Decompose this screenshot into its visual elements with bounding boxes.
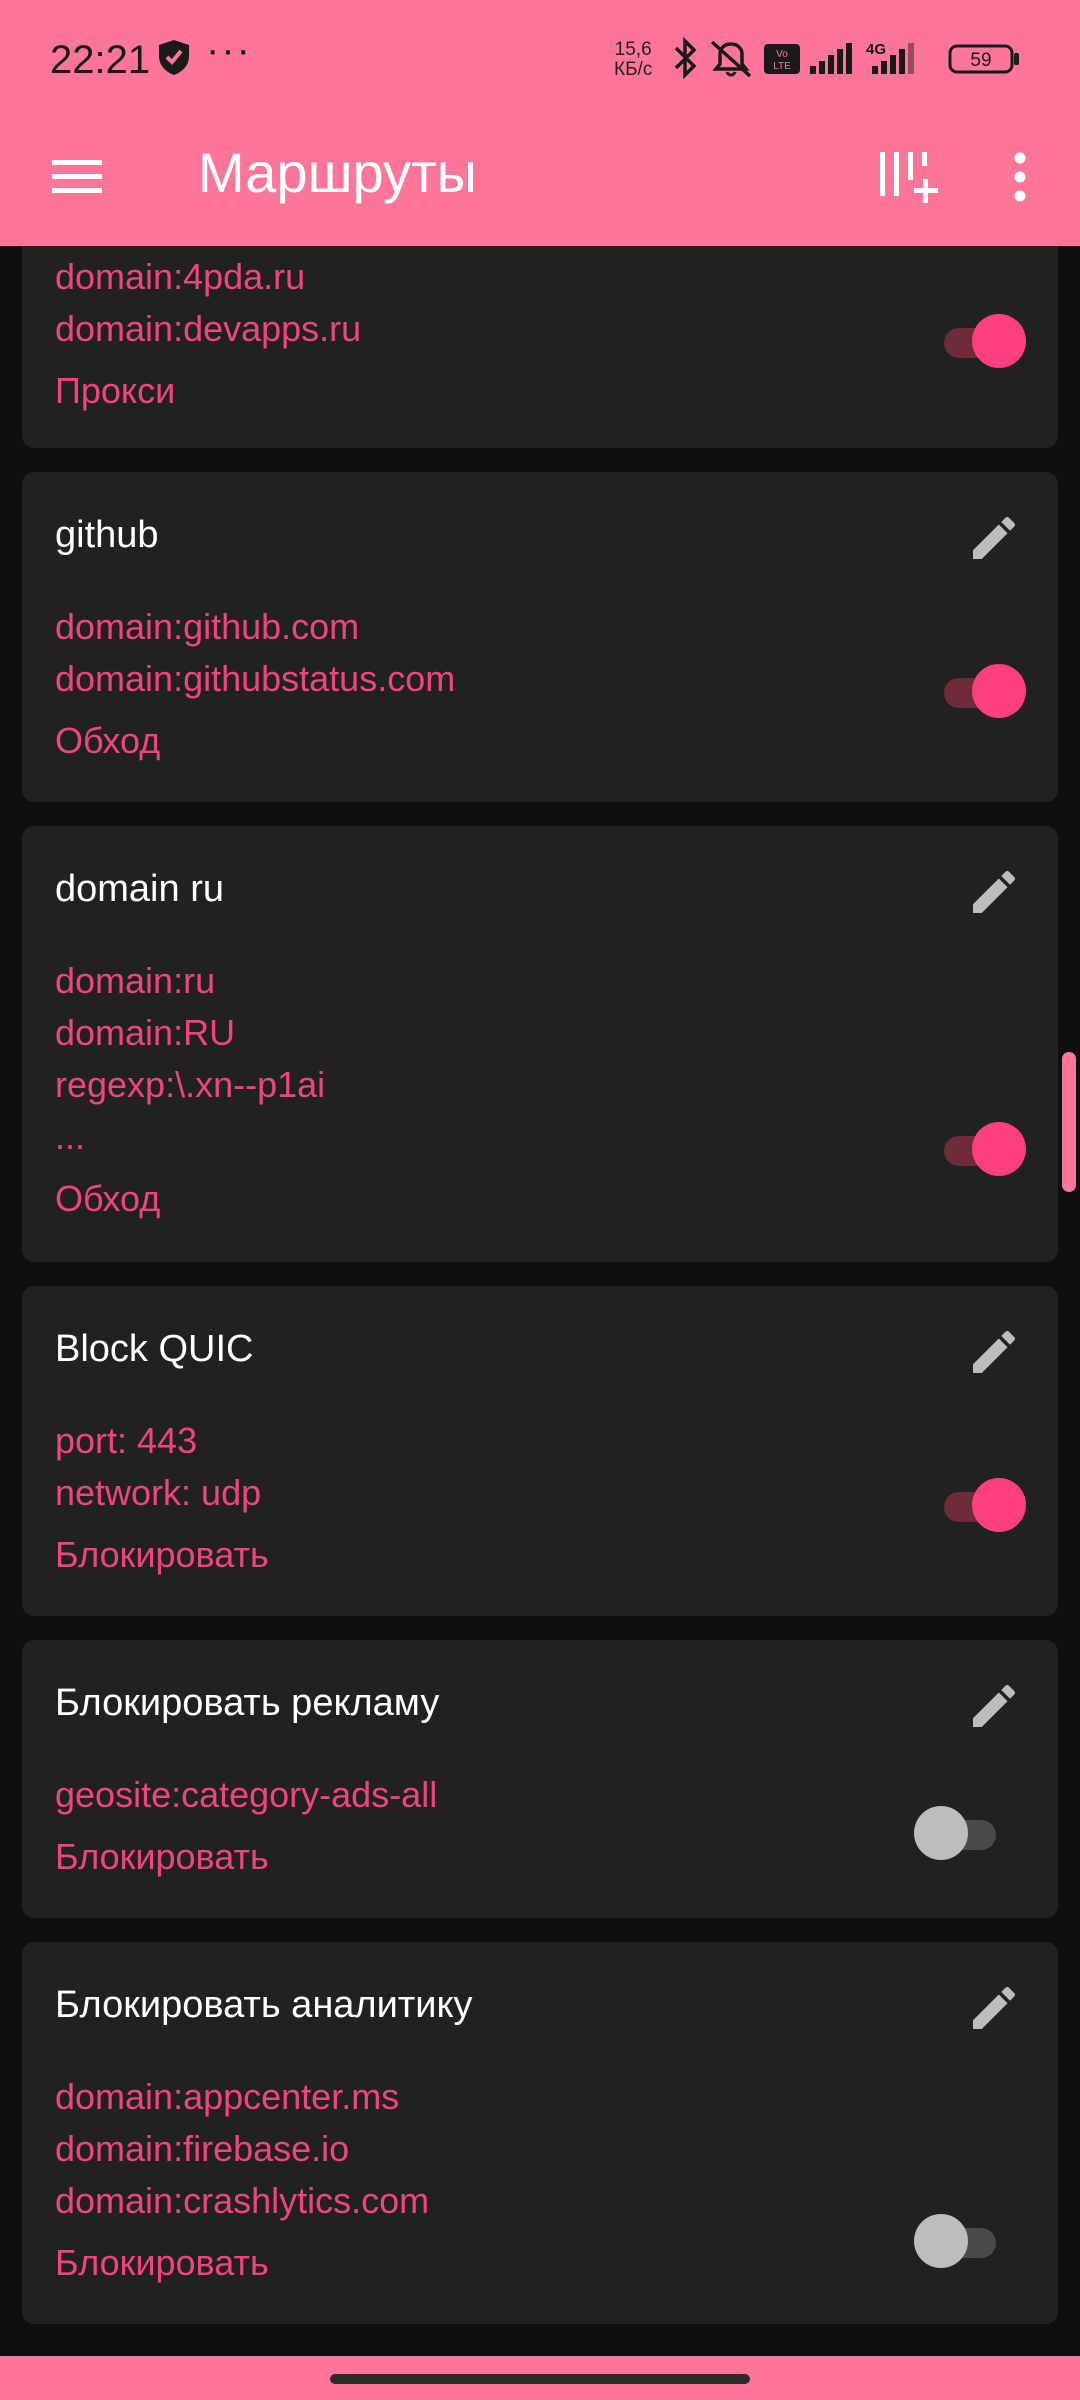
route-outbound: Блокировать: [55, 1836, 269, 1877]
route-title: domain ru: [55, 868, 224, 910]
route-card[interactable]: domain:4pda.ru domain:devapps.ru Прокси: [22, 246, 1058, 448]
signal-4g-icon: 4G: [866, 41, 914, 74]
status-time: 22:21: [50, 38, 151, 82]
route-rule: domain:4pda.ru: [55, 256, 306, 297]
route-rule: ...: [55, 1116, 86, 1157]
route-toggle[interactable]: [934, 312, 1026, 372]
gesture-handle[interactable]: [330, 2374, 750, 2384]
route-rule: regexp:\.xn--p1ai: [55, 1064, 326, 1105]
route-toggle[interactable]: [914, 1804, 1006, 1864]
scrollbar[interactable]: [1062, 1052, 1076, 1192]
route-rule: domain:ru: [55, 960, 216, 1001]
navigation-bar: [0, 2356, 1080, 2400]
edit-icon[interactable]: [966, 510, 1022, 566]
route-card[interactable]: Блокировать аналитику domain:appcenter.m…: [22, 1942, 1058, 2324]
more-notifications-icon: ···: [206, 28, 252, 72]
route-rule: domain:githubstatus.com: [55, 658, 456, 699]
svg-text:Vo: Vo: [776, 49, 788, 60]
route-rule: domain:devapps.ru: [55, 308, 362, 349]
routes-list[interactable]: domain:4pda.ru domain:devapps.ru Прокси …: [0, 246, 1080, 2356]
route-rule: port: 443: [55, 1420, 198, 1461]
route-card[interactable]: github domain:github.com domain:githubst…: [22, 472, 1058, 802]
route-outbound: Прокси: [55, 370, 176, 411]
route-rule: geosite:category-ads-all: [55, 1774, 438, 1815]
route-rule: domain:firebase.io: [55, 2128, 350, 2169]
svg-text:59: 59: [970, 50, 991, 71]
route-toggle[interactable]: [934, 1120, 1026, 1180]
menu-icon[interactable]: [52, 150, 104, 207]
route-title: Блокировать рекламу: [55, 1682, 440, 1724]
svg-text:4G: 4G: [866, 41, 886, 58]
edit-icon[interactable]: [966, 1324, 1022, 1380]
route-outbound: Блокировать: [55, 2242, 269, 2283]
route-rule: network: udp: [55, 1472, 262, 1513]
route-card[interactable]: Block QUIC port: 443 network: udp Блокир…: [22, 1286, 1058, 1616]
page-title: Маршруты: [198, 141, 477, 204]
route-toggle[interactable]: [914, 2212, 1006, 2272]
mute-icon: [710, 40, 752, 78]
route-title: Block QUIC: [55, 1328, 254, 1370]
edit-icon[interactable]: [966, 864, 1022, 920]
status-bar: 22:21 ··· 15,6 КБ/с Vo LTE 4G 59: [0, 0, 1080, 120]
route-toggle[interactable]: [934, 662, 1026, 722]
volte-icon: Vo LTE: [764, 44, 800, 74]
svg-text:LTE: LTE: [773, 61, 791, 72]
route-rule: domain:RU: [55, 1012, 236, 1053]
route-rule: domain:appcenter.ms: [55, 2076, 400, 2117]
shield-icon: [156, 38, 192, 81]
app-bar: Маршруты: [0, 120, 1080, 246]
route-outbound: Обход: [55, 1178, 161, 1219]
more-vert-icon[interactable]: [1000, 146, 1040, 215]
route-title: github: [55, 514, 159, 556]
route-toggle[interactable]: [934, 1476, 1026, 1536]
edit-icon[interactable]: [966, 1678, 1022, 1734]
bluetooth-icon: [674, 36, 697, 80]
route-title: Блокировать аналитику: [55, 1984, 473, 2026]
route-outbound: Обход: [55, 720, 161, 761]
add-rule-icon[interactable]: [874, 146, 938, 215]
route-card[interactable]: domain ru domain:ru domain:RU regexp:\.x…: [22, 826, 1058, 1262]
speed-unit: КБ/с: [614, 59, 653, 80]
speed-value: 15,6: [614, 39, 652, 60]
signal-icon: [810, 43, 852, 74]
route-outbound: Блокировать: [55, 1534, 269, 1575]
network-speed: 15,6 КБ/с: [614, 40, 652, 80]
route-card[interactable]: Блокировать рекламу geosite:category-ads…: [22, 1640, 1058, 1918]
route-rule: domain:crashlytics.com: [55, 2180, 430, 2221]
route-rule: domain:github.com: [55, 606, 360, 647]
battery-icon: 59: [948, 44, 1019, 74]
edit-icon[interactable]: [966, 1980, 1022, 2036]
